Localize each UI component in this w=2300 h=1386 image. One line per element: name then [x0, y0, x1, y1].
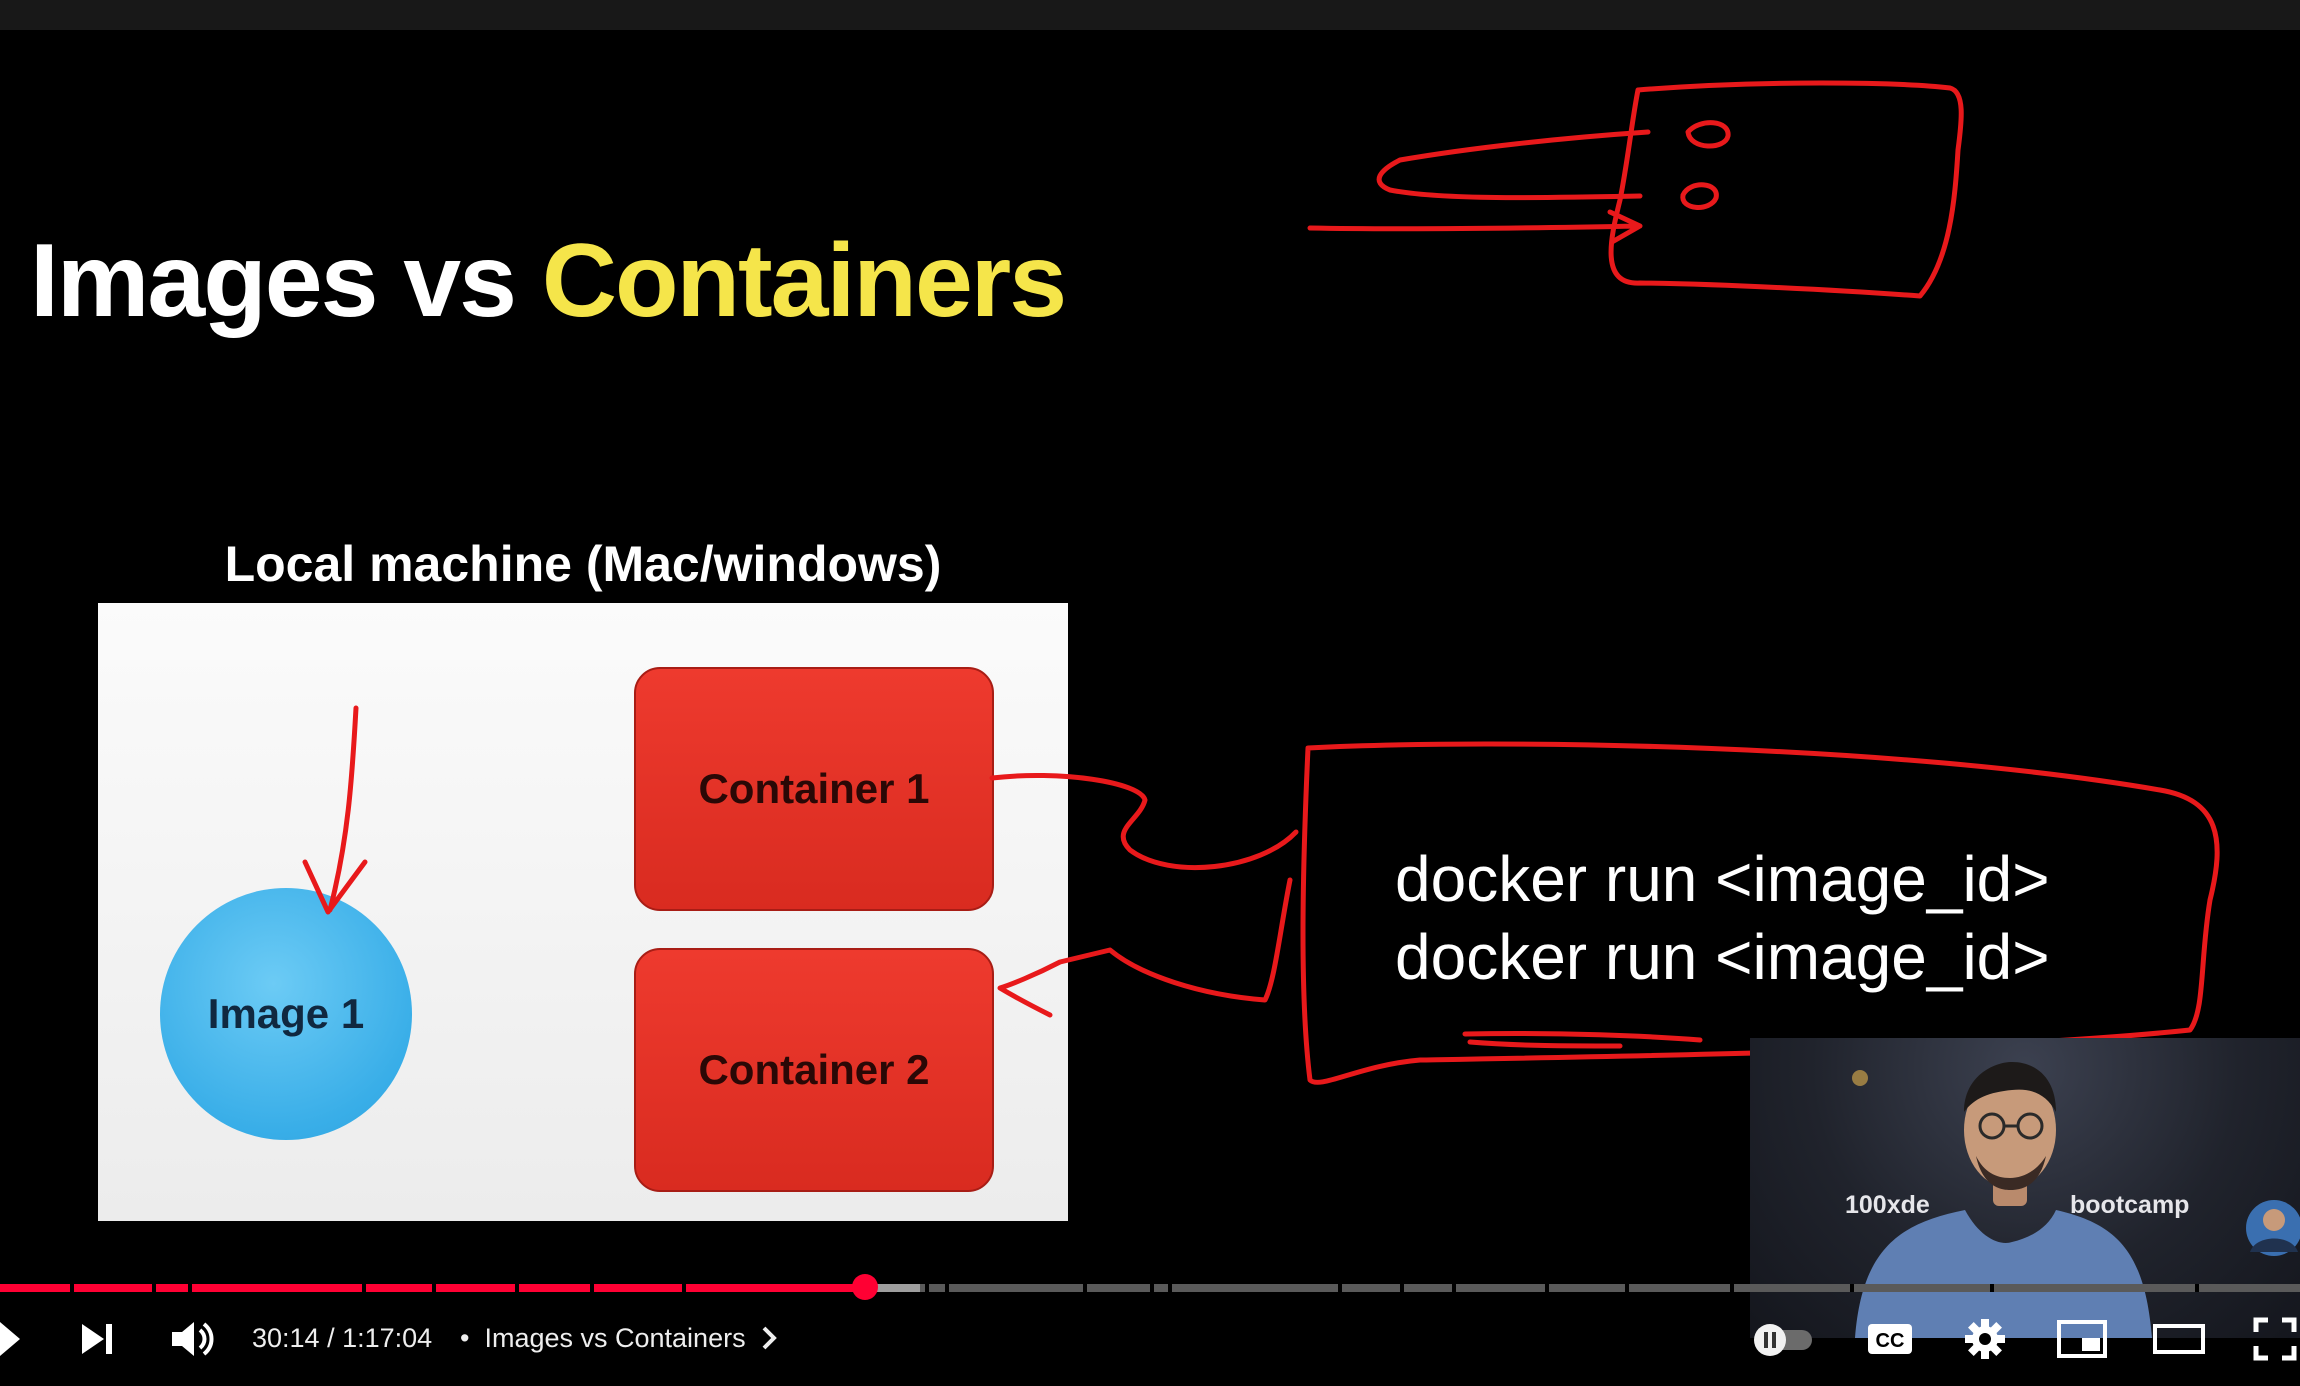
next-icon	[82, 1324, 112, 1354]
sketch-port-2	[1680, 182, 1719, 210]
presenter-video-overlay: 100xde bootcamp	[1750, 1038, 2300, 1338]
theater-mode-button[interactable]	[2152, 1316, 2206, 1362]
sketch-arrow-lower	[1307, 209, 1643, 245]
time-separator: /	[319, 1323, 343, 1353]
progress-bar[interactable]	[0, 1284, 2300, 1292]
time-display: 30:14 / 1:17:04	[252, 1323, 432, 1354]
banner-text-right: bootcamp	[2070, 1191, 2190, 1219]
settings-gear-icon	[1965, 1319, 2005, 1359]
presenter-figure	[1852, 1062, 2300, 1338]
sketch-link-container-2	[997, 877, 1293, 1018]
banner-text-left: 100xde	[1845, 1191, 1930, 1219]
sketch-arrow-upper	[1376, 129, 1651, 201]
chevron-right-icon	[762, 1326, 777, 1350]
sketch-underline	[1462, 1030, 1703, 1049]
fullscreen-icon	[2253, 1317, 2297, 1361]
progress-scrubber[interactable]	[852, 1274, 878, 1300]
fullscreen-button[interactable]	[2252, 1316, 2298, 1362]
sketch-arrow-image	[302, 705, 368, 915]
captions-icon: CC	[1868, 1324, 1912, 1354]
current-time: 30:14	[252, 1323, 320, 1353]
chapter-bullet: •	[460, 1323, 470, 1353]
captions-label: CC	[1876, 1330, 1905, 1352]
duration: 1:17:04	[342, 1323, 433, 1353]
play-icon	[0, 1322, 20, 1356]
miniplayer-icon	[2057, 1320, 2107, 1358]
next-button[interactable]	[76, 1316, 120, 1362]
volume-button[interactable]	[168, 1316, 218, 1362]
sketch-command-box	[1300, 741, 2220, 1085]
autoplay-toggle-icon	[1754, 1324, 1812, 1356]
captions-button[interactable]: CC	[1866, 1320, 1914, 1358]
miniplayer-button[interactable]	[2056, 1316, 2108, 1362]
chapter-link[interactable]: • Images vs Containers	[460, 1323, 781, 1354]
settings-button[interactable]	[1962, 1316, 2008, 1362]
sketch-box-top	[1608, 80, 1964, 299]
sketch-link-container-1	[989, 772, 1299, 870]
play-button[interactable]	[0, 1316, 30, 1362]
autoplay-toggle[interactable]	[1750, 1320, 1814, 1358]
volume-icon	[172, 1322, 214, 1356]
chapter-title: Images vs Containers	[484, 1323, 746, 1353]
theater-mode-icon	[2153, 1324, 2205, 1354]
sketch-port-1	[1685, 120, 1731, 149]
